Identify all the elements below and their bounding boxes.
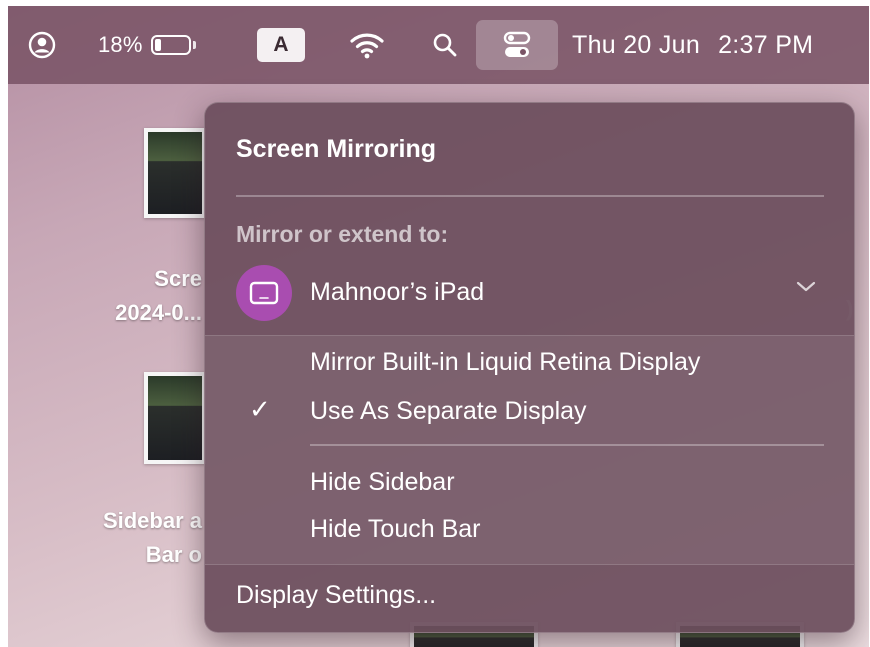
magnifier-icon[interactable] bbox=[432, 6, 458, 84]
menu-bar: 18% A Thu 20 Jun 2:37 PM bbox=[8, 6, 869, 84]
screen-mirroring-panel: Screen Mirroring Mirror or extend to: Ma… bbox=[204, 102, 855, 633]
desktop-file-label[interactable]: Sidebar a Bar o bbox=[70, 504, 202, 572]
person-circle-icon[interactable] bbox=[28, 6, 56, 84]
desktop-file-label[interactable]: Scre 2024-0... bbox=[80, 262, 202, 330]
battery-level-fill bbox=[154, 39, 161, 51]
desktop-file-label-line2: Bar o bbox=[145, 542, 202, 567]
divider bbox=[236, 195, 824, 197]
device-name: Mahnoor’s iPad bbox=[310, 278, 485, 306]
desktop-file-thumbnail[interactable] bbox=[144, 372, 206, 464]
option-use-as-separate-display[interactable]: Use As Separate Display bbox=[310, 397, 587, 426]
desktop-file-label-line1: Scre bbox=[154, 266, 202, 291]
battery-icon bbox=[150, 35, 191, 55]
display-settings-item[interactable]: Display Settings... bbox=[236, 581, 436, 610]
option-hide-touch-bar[interactable]: Hide Touch Bar bbox=[310, 515, 480, 544]
desktop-file-label-line1: Sidebar a bbox=[102, 508, 202, 533]
mirror-section-label: Mirror or extend to: bbox=[236, 221, 449, 247]
clock-time: 2:37 PM bbox=[718, 30, 814, 59]
device-row-ipad[interactable]: Mahnoor’s iPad bbox=[205, 258, 854, 335]
clock-date: Thu 20 Jun bbox=[572, 30, 701, 59]
wifi-icon[interactable] bbox=[349, 6, 385, 84]
input-source-menu[interactable]: A bbox=[257, 6, 305, 84]
desktop-file-label-line2: 2024-0... bbox=[115, 300, 202, 325]
divider bbox=[310, 444, 824, 446]
battery-status[interactable]: 18% bbox=[98, 6, 196, 84]
chevron-down-icon[interactable] bbox=[795, 280, 817, 299]
battery-tip bbox=[192, 41, 196, 49]
option-hide-sidebar[interactable]: Hide Sidebar bbox=[310, 468, 455, 497]
battery-percent: 18% bbox=[98, 32, 143, 57]
desktop-file-thumbnail[interactable] bbox=[144, 128, 206, 218]
control-center-icon[interactable] bbox=[476, 20, 558, 70]
menu-bar-clock[interactable]: Thu 20 Jun 2:37 PM bbox=[572, 6, 813, 84]
option-mirror-built-in[interactable]: Mirror Built-in Liquid Retina Display bbox=[310, 348, 700, 377]
ipad-display-icon bbox=[236, 265, 292, 321]
checkmark-icon: ✓ bbox=[249, 394, 271, 424]
panel-title: Screen Mirroring bbox=[236, 135, 437, 163]
input-source-badge: A bbox=[257, 28, 305, 62]
device-options: Mirror Built-in Liquid Retina Display ✓ … bbox=[205, 335, 854, 565]
desktop: Scre 2024-0... Sidebar a Bar o ) 18% A bbox=[8, 6, 869, 647]
